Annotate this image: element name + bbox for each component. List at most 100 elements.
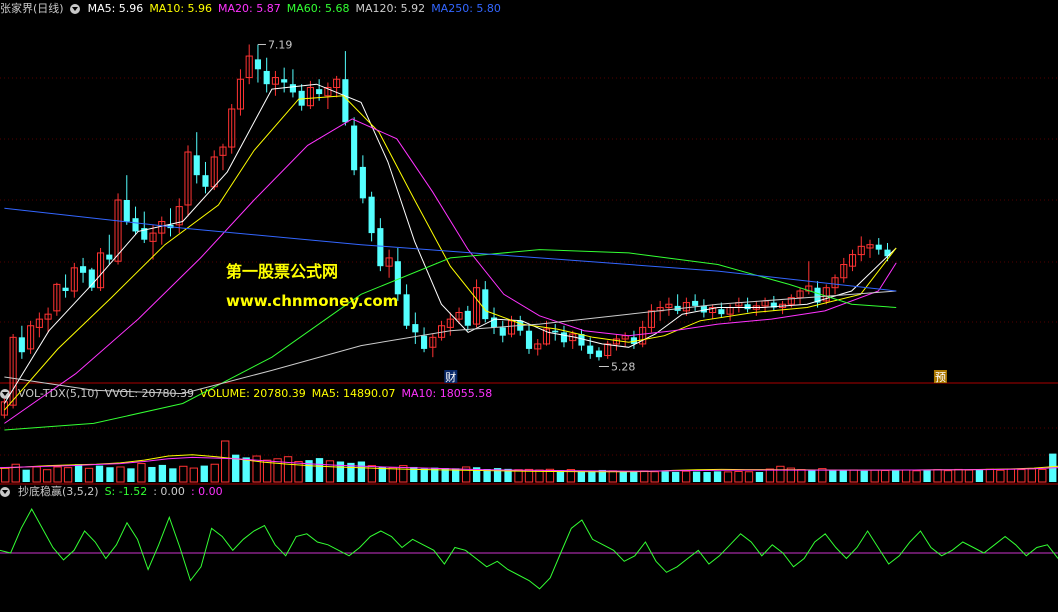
volume-bar — [221, 440, 230, 483]
volume-bar — [797, 469, 806, 483]
candle-body — [464, 310, 471, 326]
volume-bar — [283, 456, 293, 483]
volume-bar — [975, 469, 984, 482]
cai-marker: 财 — [445, 370, 456, 384]
volume-bar — [357, 461, 366, 482]
kline-chart[interactable]: 7.19 5.28 财 预 — [0, 0, 1058, 612]
candle-body — [875, 244, 882, 250]
candle-body — [525, 330, 533, 349]
volume-bar — [74, 464, 83, 482]
volume-bar — [262, 459, 272, 483]
volume-bar — [1038, 468, 1047, 483]
candle-body — [587, 345, 594, 354]
volume-bar — [388, 467, 397, 483]
volume-bar — [933, 469, 942, 483]
candle-body — [202, 175, 209, 187]
volume-bar — [1017, 469, 1026, 483]
volume-bar — [985, 468, 995, 483]
volume-bar — [84, 467, 94, 483]
volume-bar — [1027, 468, 1036, 483]
volume-bar — [923, 470, 931, 482]
candle-body — [482, 289, 489, 320]
candle-body — [744, 304, 751, 310]
oscillator-s-line — [0, 507, 1058, 590]
volume-bar — [829, 469, 837, 482]
volume-bar — [179, 465, 188, 483]
candle-body — [595, 350, 603, 358]
candle-body — [193, 155, 200, 176]
candle-body — [80, 266, 87, 273]
candle-body — [351, 125, 358, 171]
candle-body — [692, 300, 699, 306]
volume-bar — [765, 468, 775, 483]
candle-body — [281, 79, 288, 83]
ma60-line — [4, 249, 897, 431]
candle-body — [403, 294, 410, 326]
volume-bar — [169, 468, 177, 482]
volume-bar — [776, 465, 785, 483]
volume-bar — [640, 470, 649, 483]
candle-body — [132, 218, 139, 232]
volume-bar — [158, 464, 167, 482]
high-price-label: 7.19 — [268, 38, 293, 51]
volume-bar — [891, 470, 900, 482]
candle-body — [884, 249, 891, 257]
candle-body — [700, 305, 707, 313]
candle-body — [560, 332, 568, 343]
volume-bar — [242, 457, 250, 482]
volume-bar — [137, 463, 146, 483]
volume-bar — [912, 470, 921, 483]
volume-bar — [127, 468, 135, 482]
volume-bar — [210, 463, 219, 483]
watermark-title: 第一股票公式网 — [226, 262, 339, 281]
candle-body — [552, 330, 559, 333]
candle-body — [359, 166, 366, 199]
volume-bar — [608, 470, 617, 483]
candle-body — [316, 89, 323, 95]
volume-bar — [200, 465, 208, 482]
volume-bar — [1, 467, 10, 483]
volume-bar — [650, 471, 659, 483]
volume-bar — [703, 472, 711, 482]
volume-bar — [996, 469, 1005, 483]
oscillator — [0, 507, 1058, 590]
candle-body — [18, 337, 25, 353]
candle-body — [263, 70, 270, 85]
volume-bar — [189, 467, 198, 483]
volume-bar — [577, 470, 586, 482]
ma5-line — [3, 83, 897, 404]
yu-marker: 预 — [935, 371, 946, 384]
volume-bar — [378, 466, 387, 482]
volume-bar — [661, 471, 669, 482]
candle-body — [718, 309, 725, 315]
low-price-label: 5.28 — [611, 360, 636, 373]
volume-bar — [723, 471, 733, 483]
candle-body — [289, 84, 296, 93]
volume-bar — [325, 460, 335, 483]
volume-bar — [870, 469, 879, 483]
candle-body — [123, 200, 130, 222]
candle-body — [106, 254, 113, 260]
volume-bar — [880, 470, 890, 483]
volume-bar — [420, 468, 428, 482]
volume-bar — [808, 470, 816, 482]
volume-bar — [95, 465, 104, 482]
volume-bar — [399, 465, 408, 483]
candle-body — [62, 287, 69, 291]
candle-body — [377, 228, 384, 267]
volume-bar — [116, 466, 125, 483]
candle-body — [368, 196, 375, 234]
volume-bar — [849, 469, 858, 483]
volume-bar — [1006, 468, 1016, 483]
volume-bar — [734, 470, 743, 483]
volume-bar — [53, 466, 62, 483]
volume-bar — [755, 472, 764, 482]
volume-bars — [0, 440, 1058, 483]
volume-bar — [818, 468, 827, 483]
volume-bar — [63, 467, 73, 483]
volume-bar — [32, 466, 41, 483]
candle-body — [254, 59, 262, 70]
volume-bar — [630, 471, 638, 482]
volume-bar — [42, 469, 52, 483]
watermark-url: www.chnmoney.com — [226, 292, 399, 310]
